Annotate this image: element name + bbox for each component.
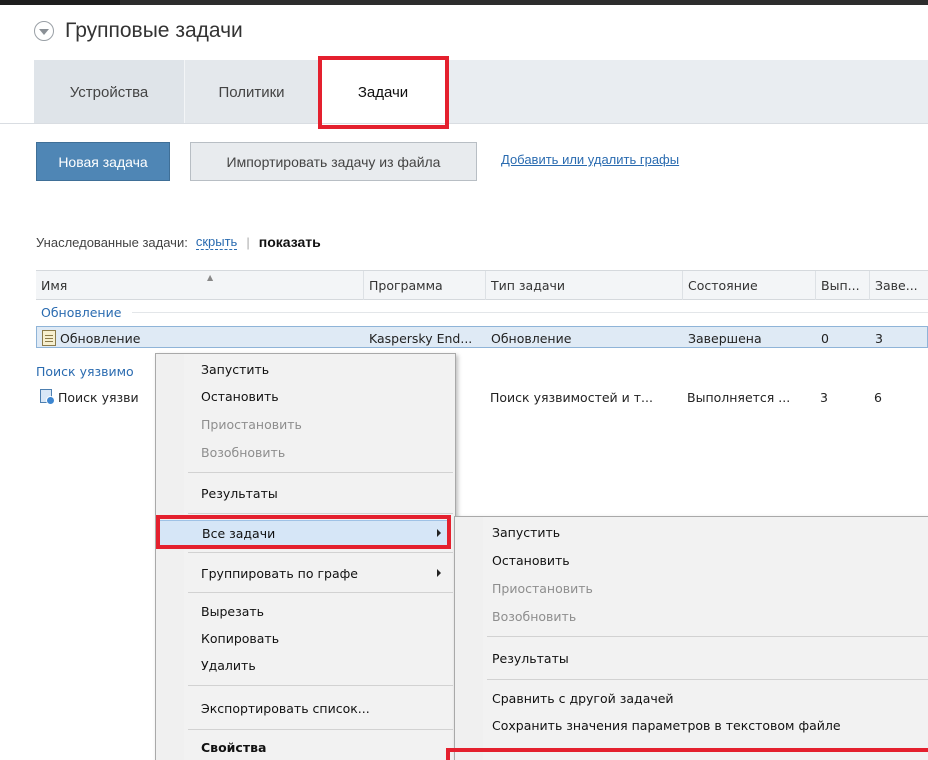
show-inherited-link[interactable]: показать — [259, 234, 321, 250]
submenu-item-pause[interactable]: Приостановить — [455, 575, 927, 601]
menu-item-copy[interactable]: Копировать — [156, 625, 455, 651]
task-completed-count: 3 — [875, 330, 883, 346]
collapse-toggle[interactable] — [34, 21, 54, 41]
window-top-strip — [0, 0, 928, 10]
highlight-tasks-tab — [318, 56, 449, 129]
column-header-task-type[interactable]: Тип задачи — [485, 271, 682, 300]
all-tasks-submenu: Запустить Остановить Приостановить Возоб… — [454, 516, 928, 760]
menu-item-stop[interactable]: Остановить — [156, 383, 455, 409]
task-running-count: 3 — [820, 389, 828, 405]
context-menu: Запустить Остановить Приостановить Возоб… — [155, 353, 456, 760]
menu-item-start[interactable]: Запустить — [156, 356, 455, 382]
task-name: Поиск уязви — [58, 389, 139, 405]
tab-devices[interactable]: Устройства — [34, 60, 184, 124]
column-header-completed[interactable]: Заве... — [869, 271, 928, 300]
group-label: Обновление — [41, 304, 122, 320]
task-running-count: 0 — [821, 330, 829, 346]
grid-header: Имя ▲ Программа Тип задачи Состояние Вып… — [36, 270, 928, 300]
menu-item-pause[interactable]: Приостановить — [156, 411, 455, 437]
new-task-button[interactable]: Новая задача — [36, 142, 170, 181]
submenu-item-results[interactable]: Результаты — [455, 645, 927, 671]
task-state: Завершена — [688, 330, 762, 346]
tab-bar: Устройства Политики Задачи — [0, 60, 928, 125]
task-type: Обновление — [491, 330, 572, 346]
menu-item-properties[interactable]: Свойства — [156, 734, 455, 760]
submenu-item-compare[interactable]: Сравнить с другой задачей — [455, 685, 927, 711]
hide-inherited-link[interactable]: скрыть — [195, 234, 238, 250]
menu-item-delete[interactable]: Удалить — [156, 652, 455, 678]
import-task-button[interactable]: Импортировать задачу из файла — [190, 142, 477, 181]
page-header: Групповые задачи — [34, 18, 243, 44]
submenu-arrow-icon — [437, 569, 441, 577]
sort-ascending-icon: ▲ — [207, 273, 214, 282]
table-row[interactable]: Обновление Kaspersky End... Обновление З… — [36, 326, 928, 348]
add-remove-columns-link[interactable]: Добавить или удалить графы — [501, 152, 679, 167]
task-completed-count: 6 — [874, 389, 882, 405]
menu-item-export-list[interactable]: Экспортировать список... — [156, 695, 455, 721]
menu-item-resume[interactable]: Возобновить — [156, 439, 455, 465]
column-header-program[interactable]: Программа — [363, 271, 485, 300]
chevron-down-icon — [39, 29, 49, 35]
highlight-all-tasks — [156, 515, 451, 549]
vulnerability-scan-icon — [40, 389, 55, 405]
tab-policies[interactable]: Политики — [185, 60, 318, 124]
submenu-item-stop[interactable]: Остановить — [455, 547, 927, 573]
inherited-label: Унаследованные задачи: — [36, 234, 188, 250]
task-program: Kaspersky End... — [369, 330, 473, 346]
inherited-tasks-filter: Унаследованные задачи: скрыть | показать — [36, 234, 321, 250]
column-header-name[interactable]: Имя — [36, 271, 363, 300]
group-label: Поиск уязвимо — [36, 363, 134, 379]
page-title: Групповые задачи — [65, 19, 243, 42]
submenu-item-save-params[interactable]: Сохранить значения параметров в текстово… — [455, 712, 927, 738]
group-header-update[interactable]: Обновление — [36, 301, 928, 323]
submenu-item-start[interactable]: Запустить — [455, 519, 927, 545]
menu-item-results[interactable]: Результаты — [156, 480, 455, 506]
column-header-state[interactable]: Состояние — [682, 271, 815, 300]
submenu-item-resume[interactable]: Возобновить — [455, 603, 927, 629]
task-name: Обновление — [60, 330, 141, 346]
menu-item-group-by-column[interactable]: Группировать по графе — [156, 560, 455, 586]
filter-separator: | — [246, 234, 250, 250]
update-task-icon — [42, 330, 56, 346]
task-state: Выполняется ... — [687, 389, 791, 405]
menu-item-cut[interactable]: Вырезать — [156, 598, 455, 624]
column-header-running[interactable]: Вып... — [815, 271, 869, 300]
task-type: Поиск уязвимостей и т... — [490, 389, 653, 405]
highlight-submenu-item — [446, 748, 928, 760]
